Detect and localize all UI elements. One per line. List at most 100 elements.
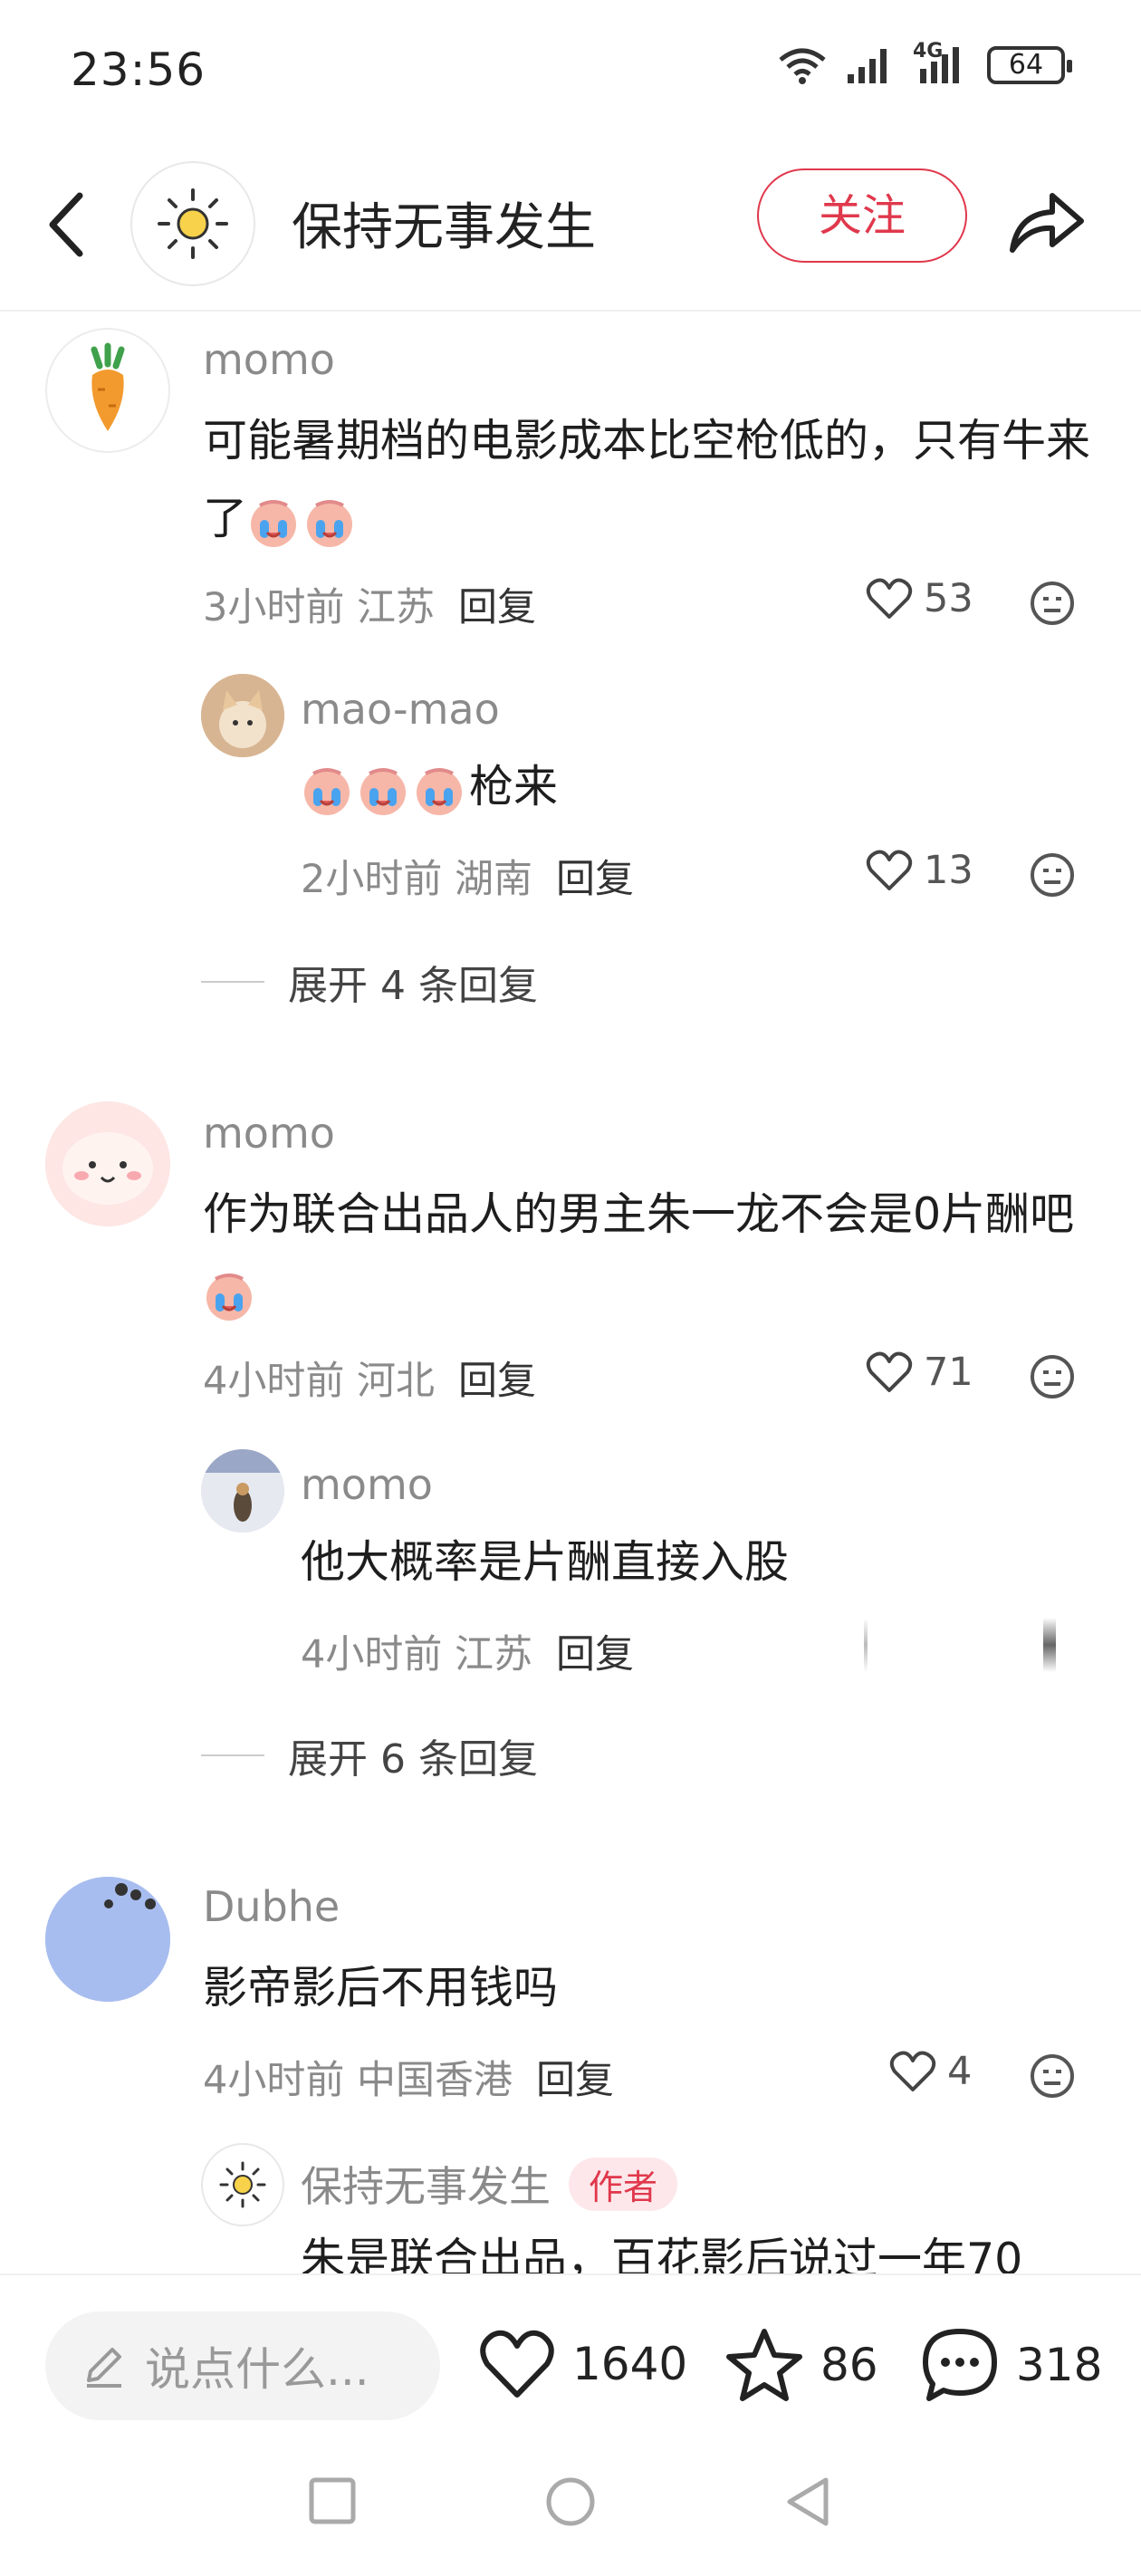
comment-text: 影帝影后不用钱吗 — [203, 1962, 559, 2014]
cartoon-avatar-icon — [45, 1101, 170, 1226]
post-like-count: 1640 — [572, 2338, 688, 2390]
cat-avatar-icon — [201, 674, 284, 757]
back-icon[interactable] — [40, 188, 94, 261]
avatar[interactable] — [45, 1877, 170, 2002]
loading-placeholder — [864, 1618, 868, 1672]
sun-icon — [219, 2161, 266, 2208]
header: 保持无事发生 关注 — [0, 152, 1141, 312]
status-icons: 4G 64 — [777, 40, 1072, 85]
avatar[interactable] — [45, 328, 170, 453]
like-count: 71 — [924, 1350, 973, 1395]
reply-text-content: 枪来 — [469, 761, 559, 812]
comment-time-location: 3小时前 江苏 — [203, 585, 436, 630]
carrot-icon — [91, 342, 125, 431]
comment-meta: 3小时前 江苏 回复 — [203, 576, 536, 632]
author-name[interactable]: 保持无事发生 — [292, 187, 596, 260]
signal-icon — [848, 49, 887, 83]
like-count: 4 — [947, 2049, 973, 2094]
bottom-action-bar: 说点什么... 1640 86 318 — [0, 2273, 1141, 2433]
reply-text: 朱是联合出品，百花影后说过一年70 — [301, 2234, 1023, 2273]
comment-time-location: 4小时前 中国香港 — [203, 2058, 513, 2103]
pencil-icon — [87, 2348, 121, 2388]
crying-emoji-icon — [357, 764, 409, 816]
comment-text-content: 作为联合出品人的男主朱一龙不会是0片酬吧 — [203, 1188, 1075, 1240]
comment-input-placeholder: 说点什么... — [145, 2343, 369, 2396]
like-button[interactable]: 13 — [866, 848, 973, 893]
emoji-reaction-icon[interactable] — [1029, 580, 1076, 627]
author-badge: 作者 — [569, 2157, 678, 2211]
like-count: 53 — [924, 576, 973, 621]
heart-icon — [866, 578, 913, 619]
reply-button[interactable]: 回复 — [556, 1632, 634, 1677]
reply-button[interactable]: 回复 — [458, 1359, 536, 1404]
status-bar: 23:56 4G 64 — [0, 0, 1141, 145]
crying-emoji-icon — [203, 1269, 255, 1322]
comment-bubble-icon — [923, 2329, 997, 2401]
comment-meta: 4小时前 河北 回复 — [203, 1350, 536, 1406]
comment-text: 作为联合出品人的男主朱一龙不会是0片酬吧 — [203, 1176, 1090, 1331]
comment-text: 可能暑期档的电影成本比空枪低的，只有牛来了 — [203, 402, 1090, 558]
back-nav-icon[interactable] — [782, 2475, 831, 2529]
emoji-reaction-icon[interactable] — [1029, 1353, 1076, 1400]
reply-username[interactable]: 保持无事发生 — [301, 2154, 551, 2214]
comment-count: 318 — [1016, 2339, 1103, 2391]
home-icon[interactable] — [543, 2475, 598, 2529]
recent-apps-icon[interactable] — [308, 2476, 357, 2525]
emoji-reaction-icon[interactable] — [1029, 851, 1076, 899]
reply-text: 枪来 — [301, 748, 558, 826]
crying-emoji-icon — [303, 495, 356, 548]
reply-button[interactable]: 回复 — [458, 585, 536, 630]
comment-input[interactable]: 说点什么... — [45, 2312, 440, 2420]
reply-avatar[interactable] — [201, 674, 284, 757]
comment-username[interactable]: momo — [203, 335, 335, 384]
reply-avatar[interactable] — [201, 2143, 284, 2226]
comment-meta: 4小时前 中国香港 回复 — [203, 2049, 614, 2105]
reply-username[interactable]: momo — [301, 1460, 433, 1509]
avatar[interactable] — [45, 1101, 170, 1226]
like-button[interactable]: 53 — [866, 576, 973, 621]
reply-button[interactable]: 回复 — [536, 2058, 614, 2103]
favorite-count: 86 — [820, 2339, 878, 2391]
photo-avatar-icon — [201, 1449, 284, 1533]
like-button[interactable]: 4 — [889, 2049, 972, 2094]
system-navigation-bar — [0, 2433, 1141, 2576]
like-button[interactable]: 71 — [866, 1350, 973, 1395]
crying-emoji-icon — [301, 764, 353, 816]
expand-replies-button[interactable]: 展开 4 条回复 — [201, 953, 538, 1011]
reply-username[interactable]: mao-mao — [301, 685, 500, 734]
reply-time-location: 4小时前 江苏 — [301, 1632, 533, 1677]
heart-icon — [889, 2051, 936, 2091]
crying-emoji-icon — [413, 764, 465, 816]
heart-icon — [866, 850, 913, 890]
follow-button[interactable]: 关注 — [757, 168, 967, 263]
comments-button[interactable]: 318 — [920, 2326, 1102, 2404]
status-time: 23:56 — [71, 43, 206, 96]
star-icon — [726, 2329, 802, 2401]
share-icon[interactable] — [1005, 185, 1087, 257]
reply-username-row: 保持无事发生 作者 — [301, 2154, 678, 2214]
crying-emoji-icon — [247, 495, 300, 548]
network-type: 4G — [913, 40, 944, 62]
reply-meta: 2小时前 湖南 回复 — [301, 848, 634, 904]
reply-button[interactable]: 回复 — [556, 857, 634, 902]
photo-avatar-icon — [45, 1877, 170, 2002]
wifi-icon — [779, 48, 826, 84]
battery-indicator: 64 — [987, 46, 1072, 84]
sun-icon — [158, 188, 228, 259]
network-signal-4g: 4G — [913, 40, 969, 85]
expand-replies-button[interactable]: 展开 6 条回复 — [201, 1726, 538, 1784]
heart-icon — [866, 1351, 913, 1392]
loading-placeholder — [1043, 1618, 1056, 1672]
reply-meta: 4小时前 江苏 回复 — [301, 1623, 634, 1679]
comment-time-location: 4小时前 河北 — [203, 1359, 436, 1404]
comment-username[interactable]: momo — [203, 1109, 335, 1158]
emoji-reaction-icon[interactable] — [1029, 2052, 1076, 2100]
author-avatar[interactable] — [130, 161, 255, 286]
reply-avatar[interactable] — [201, 1449, 284, 1533]
comment-username[interactable]: Dubhe — [203, 1882, 340, 1931]
reply-text: 他大概率是片酬直接入股 — [301, 1536, 790, 1588]
reply-time-location: 2小时前 湖南 — [301, 857, 533, 902]
like-post-button[interactable]: 1640 — [478, 2328, 687, 2400]
heart-icon — [480, 2330, 554, 2398]
favorite-button[interactable]: 86 — [724, 2326, 878, 2404]
